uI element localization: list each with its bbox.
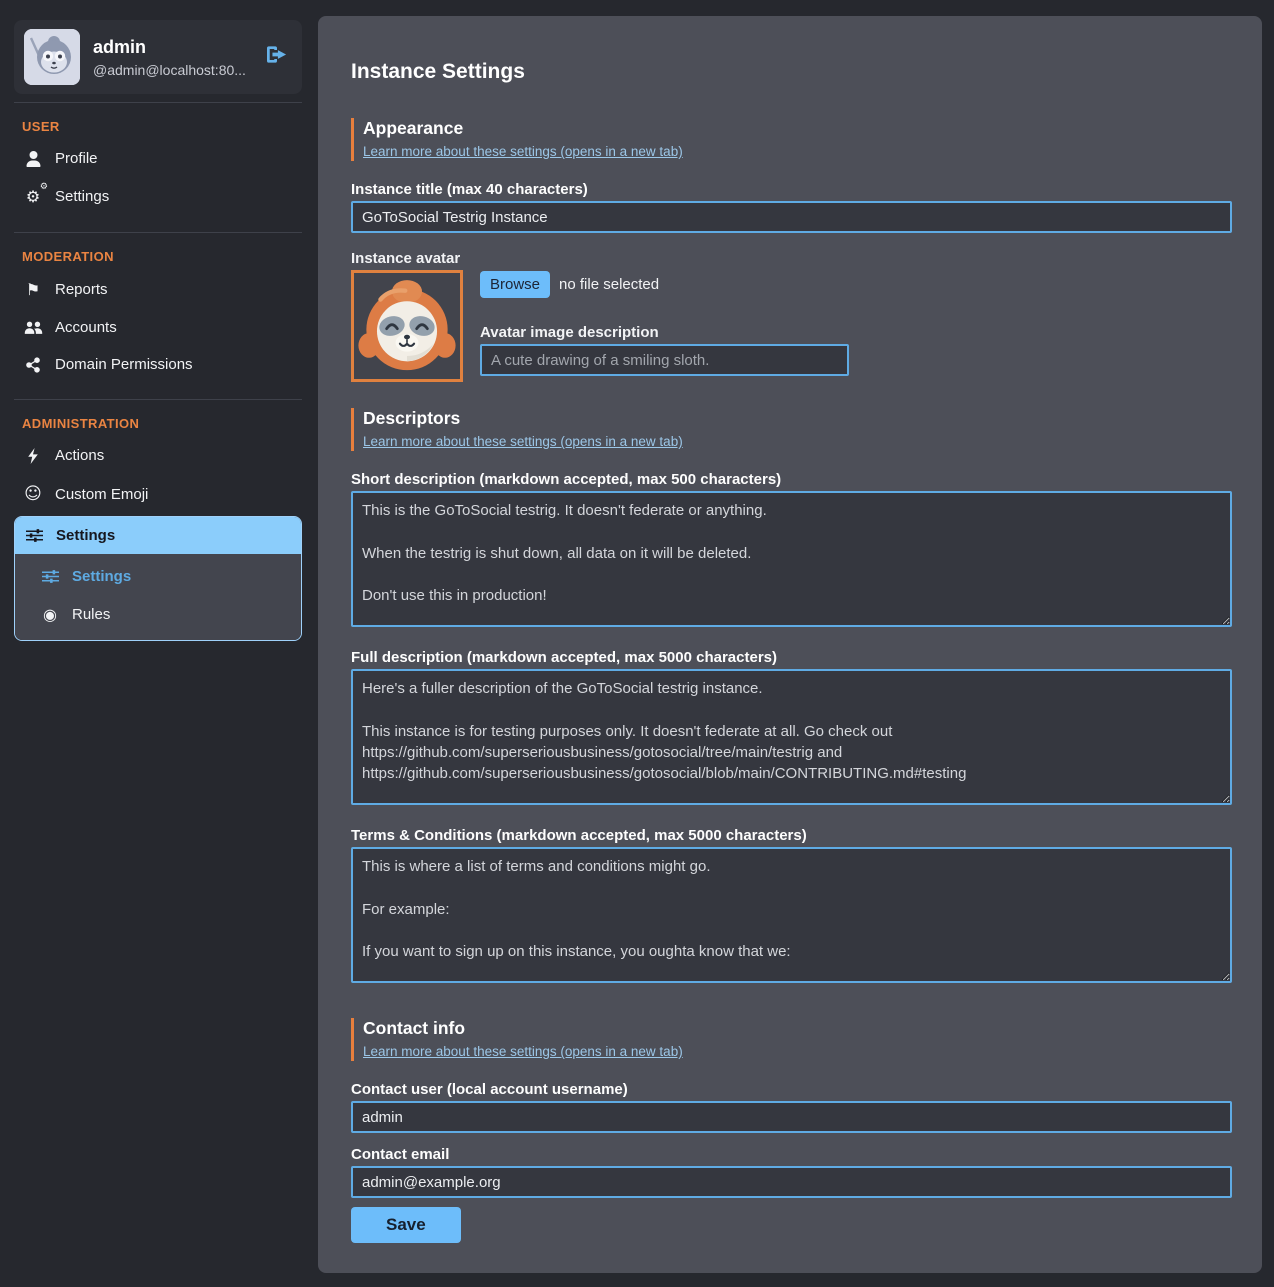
- avatar-description-input[interactable]: [480, 344, 849, 376]
- sidebar-item-label: Domain Permissions: [55, 356, 193, 373]
- contact-email-label: Contact email: [351, 1146, 1232, 1163]
- submenu-item-label: Settings: [72, 568, 131, 585]
- short-description-label: Short description (markdown accepted, ma…: [351, 471, 1232, 488]
- sloth-avatar-gray-icon: [24, 29, 80, 85]
- avatar-description-label: Avatar image description: [480, 324, 1232, 341]
- contact-heading: Contact info: [363, 1018, 1232, 1039]
- appearance-learn-more-link[interactable]: Learn more about these settings (opens i…: [363, 144, 683, 159]
- sidebar-item-accounts[interactable]: Accounts: [14, 309, 302, 346]
- sign-out-icon: [266, 45, 288, 65]
- logout-button[interactable]: [266, 45, 288, 70]
- page-title: Instance Settings: [351, 60, 1232, 84]
- short-description-field: Short description (markdown accepted, ma…: [351, 471, 1232, 632]
- instance-avatar-field: Instance avatar: [351, 250, 1232, 382]
- instance-avatar-label: Instance avatar: [351, 250, 1232, 267]
- instance-settings-panel: Instance Settings Appearance Learn more …: [318, 16, 1262, 1273]
- terms-field: Terms & Conditions (markdown accepted, m…: [351, 827, 1232, 988]
- user-avatar: [24, 29, 80, 85]
- sidebar-section-moderation: MODERATION ⚑ Reports Accounts: [14, 232, 302, 391]
- sidebar: admin @admin@localhost:80... USER Profil…: [14, 16, 302, 649]
- contact-user-input[interactable]: [351, 1101, 1232, 1133]
- contact-learn-more-link[interactable]: Learn more about these settings (opens i…: [363, 1044, 683, 1059]
- section-label-administration: ADMINISTRATION: [14, 406, 302, 437]
- sidebar-item-label: Settings: [55, 188, 109, 205]
- user-name: admin: [93, 34, 246, 60]
- submenu-item-settings[interactable]: Settings: [15, 558, 301, 595]
- sidebar-item-label: Settings: [56, 527, 115, 544]
- short-description-textarea[interactable]: This is the GoToSocial testrig. It doesn…: [351, 491, 1232, 627]
- circle-dot-icon: ◉: [39, 605, 61, 624]
- instance-avatar-image: [351, 270, 463, 382]
- sidebar-item-profile[interactable]: Profile: [14, 140, 302, 177]
- sidebar-item-actions[interactable]: Actions: [14, 437, 302, 474]
- instance-title-input[interactable]: [351, 201, 1232, 233]
- sidebar-item-reports[interactable]: ⚑ Reports: [14, 270, 302, 309]
- no-file-selected-text: no file selected: [559, 276, 659, 293]
- file-picker-row: Browse no file selected: [480, 271, 1232, 298]
- appearance-heading: Appearance: [363, 118, 1232, 139]
- contact-email-input[interactable]: [351, 1166, 1232, 1198]
- sliders-icon: [39, 569, 61, 584]
- sidebar-item-label: Custom Emoji: [55, 486, 148, 503]
- user-handle: @admin@localhost:80...: [93, 60, 246, 80]
- user-icon: [22, 151, 44, 167]
- sidebar-item-user-settings[interactable]: ⚙⚙ Settings: [14, 177, 302, 216]
- sliders-icon: [23, 528, 45, 543]
- sidebar-item-domain-permissions[interactable]: Domain Permissions: [14, 346, 302, 383]
- browse-button[interactable]: Browse: [480, 271, 550, 298]
- full-description-textarea[interactable]: Here's a fuller description of the GoToS…: [351, 669, 1232, 805]
- save-button[interactable]: Save: [351, 1207, 461, 1243]
- app-layout: admin @admin@localhost:80... USER Profil…: [0, 0, 1274, 1287]
- flag-icon: ⚑: [22, 280, 44, 299]
- contact-email-field: Contact email: [351, 1146, 1232, 1198]
- sidebar-section-administration: ADMINISTRATION Actions ☺ Custom Emoji: [14, 399, 302, 649]
- terms-label: Terms & Conditions (markdown accepted, m…: [351, 827, 1232, 844]
- smiley-icon: ☺: [22, 484, 44, 504]
- settings-nav-group: Settings Settings ◉ Rul: [14, 516, 302, 641]
- avatar-upload-column: Browse no file selected Avatar image des…: [480, 270, 1232, 382]
- settings-submenu: Settings ◉ Rules: [15, 554, 301, 640]
- instance-avatar-row: Browse no file selected Avatar image des…: [351, 270, 1232, 382]
- instance-title-field: Instance title (max 40 characters): [351, 181, 1232, 233]
- users-icon: [22, 320, 44, 335]
- user-card[interactable]: admin @admin@localhost:80...: [14, 20, 302, 94]
- submenu-item-label: Rules: [72, 606, 110, 623]
- section-label-moderation: MODERATION: [14, 239, 302, 270]
- sloth-avatar-orange-icon: [354, 273, 460, 379]
- bolt-icon: [22, 448, 44, 464]
- sidebar-item-custom-emoji[interactable]: ☺ Custom Emoji: [14, 474, 302, 514]
- sidebar-item-label: Actions: [55, 447, 104, 464]
- sidebar-section-user: USER Profile ⚙⚙ Settings: [14, 102, 302, 224]
- full-description-field: Full description (markdown accepted, max…: [351, 649, 1232, 810]
- contact-user-field: Contact user (local account username): [351, 1081, 1232, 1133]
- descriptors-heading: Descriptors: [363, 408, 1232, 429]
- descriptors-section-header: Descriptors Learn more about these setti…: [351, 408, 1232, 451]
- sidebar-item-label: Reports: [55, 281, 108, 298]
- instance-title-label: Instance title (max 40 characters): [351, 181, 1232, 198]
- full-description-label: Full description (markdown accepted, max…: [351, 649, 1232, 666]
- sidebar-item-label: Accounts: [55, 319, 117, 336]
- appearance-section-header: Appearance Learn more about these settin…: [351, 118, 1232, 161]
- terms-textarea[interactable]: This is where a list of terms and condit…: [351, 847, 1232, 983]
- sidebar-item-admin-settings[interactable]: Settings: [15, 517, 301, 554]
- section-label-user: USER: [14, 109, 302, 140]
- user-meta: admin @admin@localhost:80...: [93, 34, 246, 80]
- share-nodes-icon: [22, 357, 44, 373]
- descriptors-learn-more-link[interactable]: Learn more about these settings (opens i…: [363, 434, 683, 449]
- sidebar-item-label: Profile: [55, 150, 98, 167]
- submenu-item-rules[interactable]: ◉ Rules: [15, 595, 301, 634]
- gears-icon: ⚙⚙: [22, 187, 44, 206]
- contact-section-header: Contact info Learn more about these sett…: [351, 1018, 1232, 1061]
- contact-user-label: Contact user (local account username): [351, 1081, 1232, 1098]
